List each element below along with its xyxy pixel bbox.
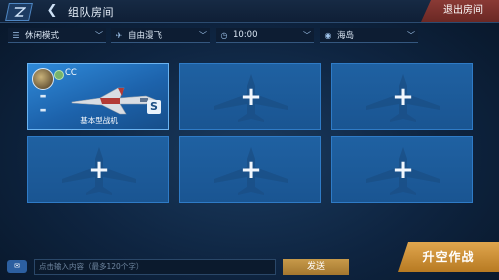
add-plus-icon: +	[392, 82, 414, 112]
empty-slot[interactable]: +	[179, 136, 321, 203]
chat-input[interactable]: 点击输入内容（最多120个字）	[34, 259, 276, 275]
clock-icon: ◷	[220, 30, 228, 40]
empty-slot[interactable]: +	[179, 63, 321, 130]
top-bar: ❮ 组队房间 退出房间	[0, 0, 499, 23]
mode-select-value: 休闲模式	[25, 31, 60, 41]
chevron-down-icon: ﹀	[303, 30, 311, 40]
player-slot-occupied[interactable]: CC ▬ ▬ S 基本型战机	[27, 63, 169, 130]
missile-icon: ▬	[39, 92, 47, 100]
plane-icon: ✈	[115, 30, 123, 40]
time-select-value: 10:00	[233, 30, 258, 40]
chat-icon[interactable]: ✉	[7, 260, 27, 273]
map-select[interactable]: ◉ 海岛 ﹀	[320, 28, 418, 43]
missile-icon: ▬	[39, 106, 47, 114]
send-button[interactable]: 发送	[283, 259, 349, 275]
map-icon: ◉	[324, 30, 332, 40]
plane-name: 基本型战机	[80, 116, 118, 125]
add-plus-icon: +	[240, 82, 262, 112]
map-select-value: 海岛	[337, 31, 355, 41]
chevron-down-icon: ﹀	[199, 30, 207, 40]
add-plus-icon: +	[88, 155, 110, 185]
game-logo-icon	[5, 3, 33, 21]
chevron-down-icon: ﹀	[407, 30, 415, 40]
rank-badge-icon	[54, 70, 64, 80]
add-plus-icon: +	[240, 155, 262, 185]
mode-select[interactable]: ☰ 休闲模式 ﹀	[8, 28, 106, 43]
add-plus-icon: +	[392, 155, 414, 185]
list-icon: ☰	[12, 30, 20, 40]
chevron-down-icon: ﹀	[95, 30, 103, 40]
skill-s-badge: S	[147, 100, 161, 114]
empty-slot[interactable]: +	[331, 63, 473, 130]
takeoff-battle-button[interactable]: 升空作战	[398, 242, 499, 272]
time-select[interactable]: ◷ 10:00 ﹀	[216, 28, 314, 43]
fighter-jet-icon	[71, 87, 157, 115]
empty-slot[interactable]: +	[27, 136, 169, 203]
gameplay-select-value: 自由漫飞	[128, 31, 163, 41]
back-arrow-icon[interactable]: ❮	[44, 4, 60, 18]
empty-slot[interactable]: +	[331, 136, 473, 203]
page-title: 组队房间	[68, 6, 114, 19]
player-name: CC	[65, 68, 77, 78]
gameplay-select[interactable]: ✈ 自由漫飞 ﹀	[111, 28, 210, 43]
avatar[interactable]	[32, 68, 54, 90]
team-room-screen: ❮ 组队房间 退出房间 ☰ 休闲模式 ﹀ ✈ 自由漫飞 ﹀ ◷ 10:00 ﹀ …	[0, 0, 499, 280]
exit-room-button[interactable]: 退出房间	[421, 0, 499, 22]
